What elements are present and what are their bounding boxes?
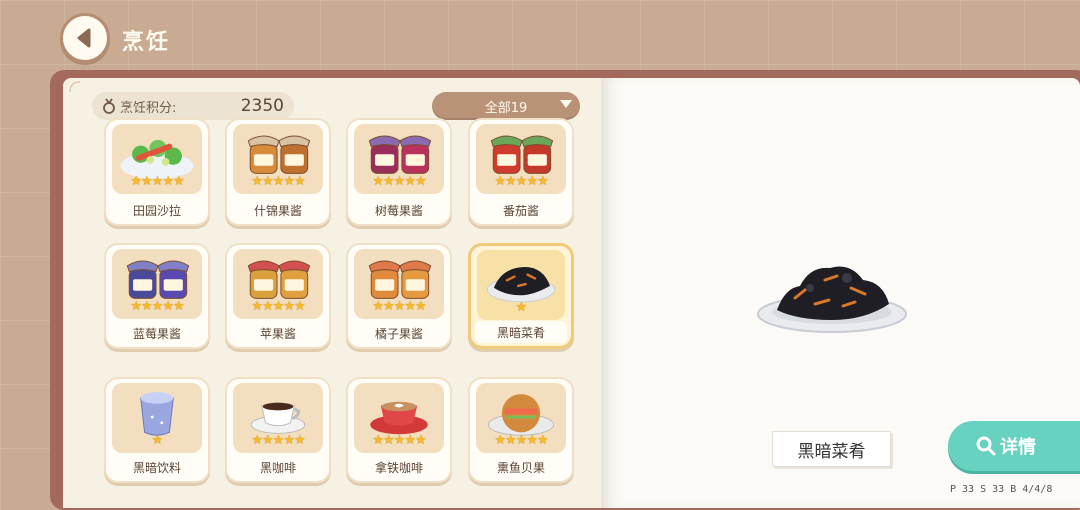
recipe-card[interactable]: ★★★★★ 黑咖啡: [225, 377, 331, 483]
recipe-star-rating: ★: [515, 300, 528, 315]
recipe-star-rating: ★★★★★: [251, 433, 305, 448]
recipe-name: 黑暗饮料: [110, 456, 204, 478]
recipe-star-rating: ★★★★★: [372, 433, 426, 448]
back-arrow-icon: [77, 28, 91, 48]
recipe-name: 黑暗菜肴: [475, 321, 567, 343]
recipe-name: 黑咖啡: [231, 456, 325, 478]
recipe-card[interactable]: ★★★★★ 树莓果酱: [346, 118, 452, 226]
recipe-card[interactable]: ★★★★★ 拿铁咖啡: [346, 377, 452, 483]
recipe-star-rating: ★★★★★: [372, 299, 426, 314]
details-button[interactable]: 详情: [948, 421, 1080, 471]
recipe-name: 田园沙拉: [110, 199, 204, 221]
recipe-star-rating: ★★★★★: [494, 174, 548, 189]
details-button-label: 详情: [1000, 437, 1036, 458]
recipe-name: 拿铁咖啡: [352, 456, 446, 478]
recipe-card[interactable]: ★★★★★ 熏鱼贝果: [468, 377, 574, 483]
recipe-card[interactable]: ★★★★★ 蓝莓果酱: [104, 243, 210, 349]
dropdown-triangle-icon: [560, 100, 572, 108]
cooking-score: 烹饪积分: 2350: [92, 92, 294, 120]
recipe-name: 苹果酱: [231, 322, 325, 344]
recipe-name: 蓝莓果酱: [110, 322, 204, 344]
version-info: P 33 S 33 B 4/4/8: [950, 484, 1053, 495]
recipe-star-rating: ★★★★★: [494, 433, 548, 448]
recipe-star-rating: ★★★★★: [251, 174, 305, 189]
recipe-star-rating: ★★★★★: [372, 174, 426, 189]
search-icon: [976, 436, 996, 456]
dark-dish-preview-image: [757, 266, 907, 333]
filter-label: 全部19: [484, 100, 528, 116]
recipe-card[interactable]: ★★★★★ 什锦果酱: [225, 118, 331, 226]
recipe-star-rating: ★★★★★: [130, 299, 184, 314]
recipe-star-rating: ★★★★★: [130, 174, 184, 189]
recipe-card[interactable]: ★ 黑暗饮料: [104, 377, 210, 483]
page-title: 烹饪: [122, 30, 171, 55]
recipe-card[interactable]: ★★★★★ 苹果酱: [225, 243, 331, 349]
recipe-name: 熏鱼贝果: [474, 456, 568, 478]
score-label: 烹饪积分:: [120, 100, 177, 116]
recipe-star-rating: ★★★★★: [251, 299, 305, 314]
recipe-card[interactable]: ★★★★★ 田园沙拉: [104, 118, 210, 226]
category-filter-dropdown[interactable]: 全部19: [432, 92, 580, 120]
back-button[interactable]: [60, 13, 110, 63]
recipe-name: 树莓果酱: [352, 199, 446, 221]
recipe-card[interactable]: ★★★★★ 番茄酱: [468, 118, 574, 226]
recipe-name: 橘子果酱: [352, 322, 446, 344]
recipe-name: 什锦果酱: [231, 199, 325, 221]
selected-dish-name: 黑暗菜肴: [772, 431, 891, 467]
recipe-name: 番茄酱: [474, 199, 568, 221]
medal-icon: [103, 98, 115, 114]
score-value: 2350: [240, 96, 284, 116]
recipe-star-rating: ★: [151, 433, 164, 448]
recipe-card[interactable]: ★★★★★ 橘子果酱: [346, 243, 452, 349]
recipe-card[interactable]: ★ 黑暗菜肴: [468, 243, 574, 349]
page-corner-ornament-icon: [69, 81, 81, 93]
